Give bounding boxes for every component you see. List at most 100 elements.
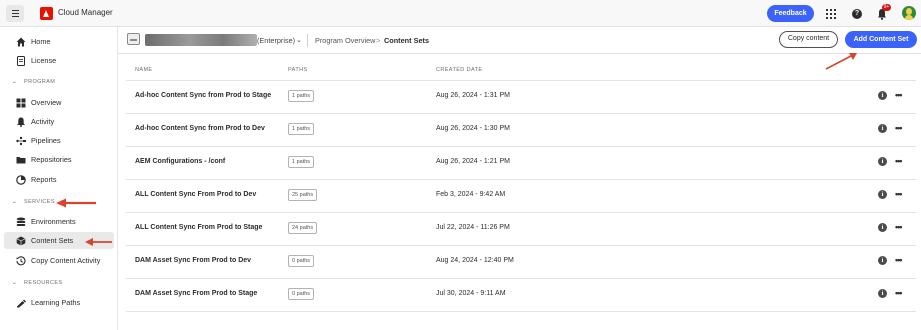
content-header: (Enterprise) ⌄ Program Overview > Conten… <box>118 27 921 54</box>
info-icon[interactable]: i <box>878 256 887 265</box>
license-icon <box>17 56 25 66</box>
table-header: NAME PATHS CREATED DATE <box>126 59 916 81</box>
created-date: Aug 26, 2024 - 1:30 PM <box>436 125 510 132</box>
created-date: Feb 3, 2024 - 9:42 AM <box>436 191 506 198</box>
sidebar-item-overview[interactable]: Overview <box>4 94 114 111</box>
sidebar-item-license[interactable]: License <box>4 52 114 69</box>
column-header-name[interactable]: NAME <box>135 67 153 73</box>
bell-icon <box>17 117 25 127</box>
paths-badge: 0 paths <box>288 255 315 267</box>
section-label: PROGRAM <box>24 79 56 85</box>
column-header-created-date[interactable]: CREATED DATE <box>436 67 482 73</box>
sidebar-item-environments[interactable]: Environments <box>4 213 114 230</box>
program-tier[interactable]: (Enterprise) <box>257 36 295 45</box>
more-icon[interactable]: ••• <box>895 124 903 133</box>
adobe-logo[interactable] <box>40 7 53 20</box>
section-services[interactable]: ⌄ SERVICES <box>11 199 55 205</box>
history-icon <box>16 256 26 266</box>
notification-badge: 9+ <box>882 4 891 11</box>
more-icon[interactable]: ••• <box>895 289 903 298</box>
paths-badge: 1 paths <box>288 123 315 135</box>
sidebar-item-repositories[interactable]: Repositories <box>4 151 114 168</box>
divider <box>307 34 308 47</box>
more-icon[interactable]: ••• <box>895 91 903 100</box>
feedback-button[interactable]: Feedback <box>767 5 814 22</box>
created-date: Aug 26, 2024 - 1:21 PM <box>436 158 510 165</box>
program-name-redacted <box>145 34 257 46</box>
info-icon[interactable]: i <box>878 223 887 232</box>
section-label: SERVICES <box>24 199 55 205</box>
sidebar-item-pipelines[interactable]: Pipelines <box>4 132 114 149</box>
chevron-down-icon: ⌄ <box>11 79 18 85</box>
created-date: Jul 30, 2024 - 9:11 AM <box>436 290 506 297</box>
created-date: Aug 26, 2024 - 1:31 PM <box>436 92 510 99</box>
column-header-paths[interactable]: PATHS <box>288 67 308 73</box>
learning-icon <box>17 299 26 308</box>
info-icon[interactable]: i <box>878 157 887 166</box>
sidebar-item-activity[interactable]: Activity <box>4 113 114 130</box>
table-row[interactable]: Ad-hoc Content Sync from Prod to Stage 1… <box>126 81 916 114</box>
info-icon[interactable]: i <box>878 91 887 100</box>
sidebar-item-label: Pipelines <box>31 136 61 145</box>
sidebar-item-home[interactable]: Home <box>4 33 114 50</box>
avatar[interactable] <box>902 6 916 20</box>
info-icon[interactable]: i <box>878 190 887 199</box>
content-set-name: ALL Content Sync From Prod to Stage <box>135 224 263 231</box>
more-icon[interactable]: ••• <box>895 190 903 199</box>
content-set-name: AEM Configurations - /conf <box>135 158 226 165</box>
sidebar: Home License ⌄ PROGRAM Overview Activity … <box>0 27 118 330</box>
section-resources[interactable]: ⌄ RESOURCES <box>11 280 62 286</box>
paths-badge: 1 paths <box>288 156 315 168</box>
stack-icon <box>16 217 26 226</box>
sidebar-item-label: Environments <box>31 217 76 226</box>
more-icon[interactable]: ••• <box>895 157 903 166</box>
overview-icon <box>16 98 26 108</box>
info-icon[interactable]: i <box>878 289 887 298</box>
paths-badge: 24 paths <box>288 222 318 234</box>
app-title[interactable]: Cloud Manager <box>58 8 113 17</box>
page-title: Content Sets <box>384 36 429 45</box>
info-icon[interactable]: i <box>878 124 887 133</box>
table-row[interactable]: ALL Content Sync From Prod to Dev 25 pat… <box>126 180 916 213</box>
section-program[interactable]: ⌄ PROGRAM <box>11 79 56 85</box>
table-row[interactable]: ALL Content Sync From Prod to Stage 24 p… <box>126 213 916 246</box>
add-content-set-button[interactable]: Add Content Set <box>845 31 917 48</box>
hamburger-icon[interactable] <box>6 5 24 22</box>
breadcrumb-program-overview[interactable]: Program Overview <box>315 36 375 45</box>
paths-badge: 0 paths <box>288 288 315 300</box>
home-icon <box>16 37 26 47</box>
sidebar-item-label: Reports <box>31 175 57 184</box>
content-set-name: ALL Content Sync From Prod to Dev <box>135 191 257 198</box>
created-date: Jul 22, 2024 - 11:26 PM <box>436 224 510 231</box>
help-icon[interactable]: ? <box>852 9 862 19</box>
sidebar-item-reports[interactable]: Reports <box>4 171 114 188</box>
pipelines-icon <box>16 136 26 146</box>
cube-icon <box>16 236 26 246</box>
table-row[interactable]: DAM Asset Sync From Prod to Dev 0 paths … <box>126 246 916 279</box>
more-icon[interactable]: ••• <box>895 256 903 265</box>
sidebar-item-label: Copy Content Activity <box>31 256 101 265</box>
created-date: Aug 24, 2024 - 12:40 PM <box>436 257 514 264</box>
sidebar-item-label: Overview <box>31 98 62 107</box>
table-row[interactable]: DAM Asset Sync From Prod to Stage 0 path… <box>126 279 916 312</box>
content-set-name: Ad-hoc Content Sync from Prod to Dev <box>135 125 265 132</box>
breadcrumb-separator: > <box>376 36 381 45</box>
folder-icon <box>16 157 26 164</box>
sidebar-item-content-sets[interactable]: Content Sets <box>4 232 114 249</box>
sidebar-item-label: Learning Paths <box>31 298 81 307</box>
sidebar-item-label: Repositories <box>31 155 72 164</box>
table-row[interactable]: Ad-hoc Content Sync from Prod to Dev 1 p… <box>126 114 916 147</box>
table-row[interactable]: AEM Configurations - /conf 1 paths Aug 2… <box>126 147 916 180</box>
content-set-name: Ad-hoc Content Sync from Prod to Stage <box>135 92 272 99</box>
content-set-name: DAM Asset Sync From Prod to Dev <box>135 257 252 264</box>
paths-badge: 1 paths <box>288 90 315 102</box>
sidebar-item-copy-content-activity[interactable]: Copy Content Activity <box>4 252 114 269</box>
copy-content-button[interactable]: Copy content <box>779 31 838 48</box>
chevron-down-icon: ⌄ <box>11 199 18 205</box>
program-icon <box>127 33 140 45</box>
more-icon[interactable]: ••• <box>895 223 903 232</box>
chevron-down-icon[interactable]: ⌄ <box>296 36 302 44</box>
apps-grid-icon[interactable] <box>826 9 836 19</box>
sidebar-item-learning-paths[interactable]: Learning Paths <box>4 294 114 311</box>
top-bar: Cloud Manager Feedback ? 9+ <box>0 0 921 27</box>
